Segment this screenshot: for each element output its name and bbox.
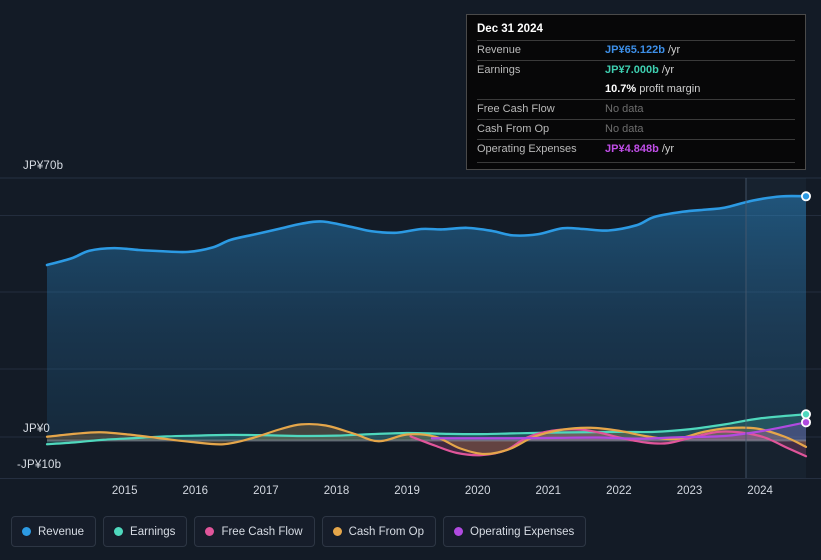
tooltip-row-suffix: profit margin	[639, 83, 701, 95]
legend-item-label: Earnings	[130, 525, 176, 538]
y-axis-label-top: JP¥70b	[23, 160, 64, 172]
tooltip-row-suffix: /yr	[661, 143, 675, 155]
tooltip-row-value: JP¥4.848b	[605, 143, 659, 155]
legend-item-free-cash-flow[interactable]: Free Cash Flow	[194, 516, 315, 547]
tooltip-row-value: JP¥7.000b	[605, 64, 659, 76]
series-area-fills	[47, 196, 806, 457]
tooltip-row-label: Revenue	[477, 44, 522, 56]
y-axis-label-zero: JP¥0	[23, 423, 51, 435]
tooltip-row: 10.7% profit margin	[477, 80, 795, 99]
legend-color-dot-icon	[454, 527, 464, 536]
legend-color-dot-icon	[332, 527, 342, 536]
legend-item-operating-expenses[interactable]: Operating Expenses	[443, 516, 587, 547]
x-axis-tick-2023: 2023	[676, 485, 703, 497]
tooltip-row-value-wrap: No data	[605, 103, 644, 115]
tooltip-bottom-divider	[477, 162, 795, 163]
legend-item-label: Cash From Op	[348, 525, 425, 538]
tooltip-row: Cash From Op No data	[477, 119, 795, 139]
legend-color-dot-icon	[22, 527, 31, 536]
tooltip-row: Earnings JP¥7.000b/yr	[477, 60, 795, 80]
tooltip-row: Operating Expenses JP¥4.848b/yr	[477, 139, 795, 159]
tooltip-row-value: No data	[605, 103, 644, 115]
x-axis-tick-2015: 2015	[111, 485, 138, 497]
x-axis-tick-2016: 2016	[182, 485, 209, 497]
y-axis-label-bottom: -JP¥10b	[17, 459, 62, 471]
tooltip-row-value: No data	[605, 123, 644, 135]
tooltip-row-label: Free Cash Flow	[477, 103, 555, 115]
legend-item-label: Revenue	[38, 525, 85, 538]
tooltip-date: Dec 31 2024	[477, 23, 543, 35]
tooltip-row-label: Earnings	[477, 64, 521, 76]
chart-legend[interactable]: Revenue Earnings Free Cash Flow Cash From O…	[11, 516, 587, 547]
legend-color-dot-icon	[205, 527, 215, 536]
tooltip-row-label: Operating Expenses	[477, 143, 577, 155]
x-axis-tick-2019: 2019	[394, 485, 420, 497]
tooltip-row-value-wrap: JP¥65.122b/yr	[605, 44, 680, 56]
tooltip-rows: Revenue JP¥65.122b/yr Earnings JP¥7.000b/yr…	[477, 40, 795, 159]
tooltip-row-value-wrap: JP¥7.000b/yr	[605, 64, 674, 76]
tooltip-row-value: JP¥65.122b	[605, 44, 665, 56]
tooltip-row-value-wrap: No data	[605, 123, 644, 135]
financial-performance-chart: JP¥70b JP¥0 -JP¥10b 2015 2016 2017 2018 2019…	[0, 0, 821, 560]
tooltip-row-value-wrap: JP¥4.848b/yr	[605, 143, 674, 155]
tooltip-row: Revenue JP¥65.122b/yr	[477, 40, 795, 60]
tooltip-row-suffix: /yr	[661, 64, 675, 76]
legend-item-label: Operating Expenses	[470, 525, 575, 538]
x-axis-tick-2020: 2020	[464, 485, 491, 497]
x-axis-tick-2018: 2018	[323, 485, 350, 497]
legend-color-dot-icon	[114, 527, 124, 536]
x-axis-tick-2021: 2021	[535, 485, 562, 497]
tooltip-row: Free Cash Flow No data	[477, 99, 795, 119]
tooltip-row-value-wrap: 10.7% profit margin	[605, 83, 700, 95]
tooltip-row-label: Cash From Op	[477, 123, 550, 135]
data-tooltip: Dec 31 2024 Revenue JP¥65.122b/yr Earnings…	[466, 14, 806, 170]
legend-item-cash-from-op[interactable]: Cash From Op	[321, 516, 437, 547]
x-axis-tick-2017: 2017	[253, 485, 279, 497]
x-axis-tick-2022: 2022	[606, 485, 632, 497]
tooltip-row-value: 10.7%	[605, 83, 637, 95]
x-axis-tick-2024: 2024	[747, 485, 773, 497]
tooltip-row-suffix: /yr	[667, 44, 681, 56]
legend-item-revenue[interactable]: Revenue	[11, 516, 97, 547]
legend-item-label: Free Cash Flow	[221, 525, 303, 538]
legend-item-earnings[interactable]: Earnings	[103, 516, 188, 547]
